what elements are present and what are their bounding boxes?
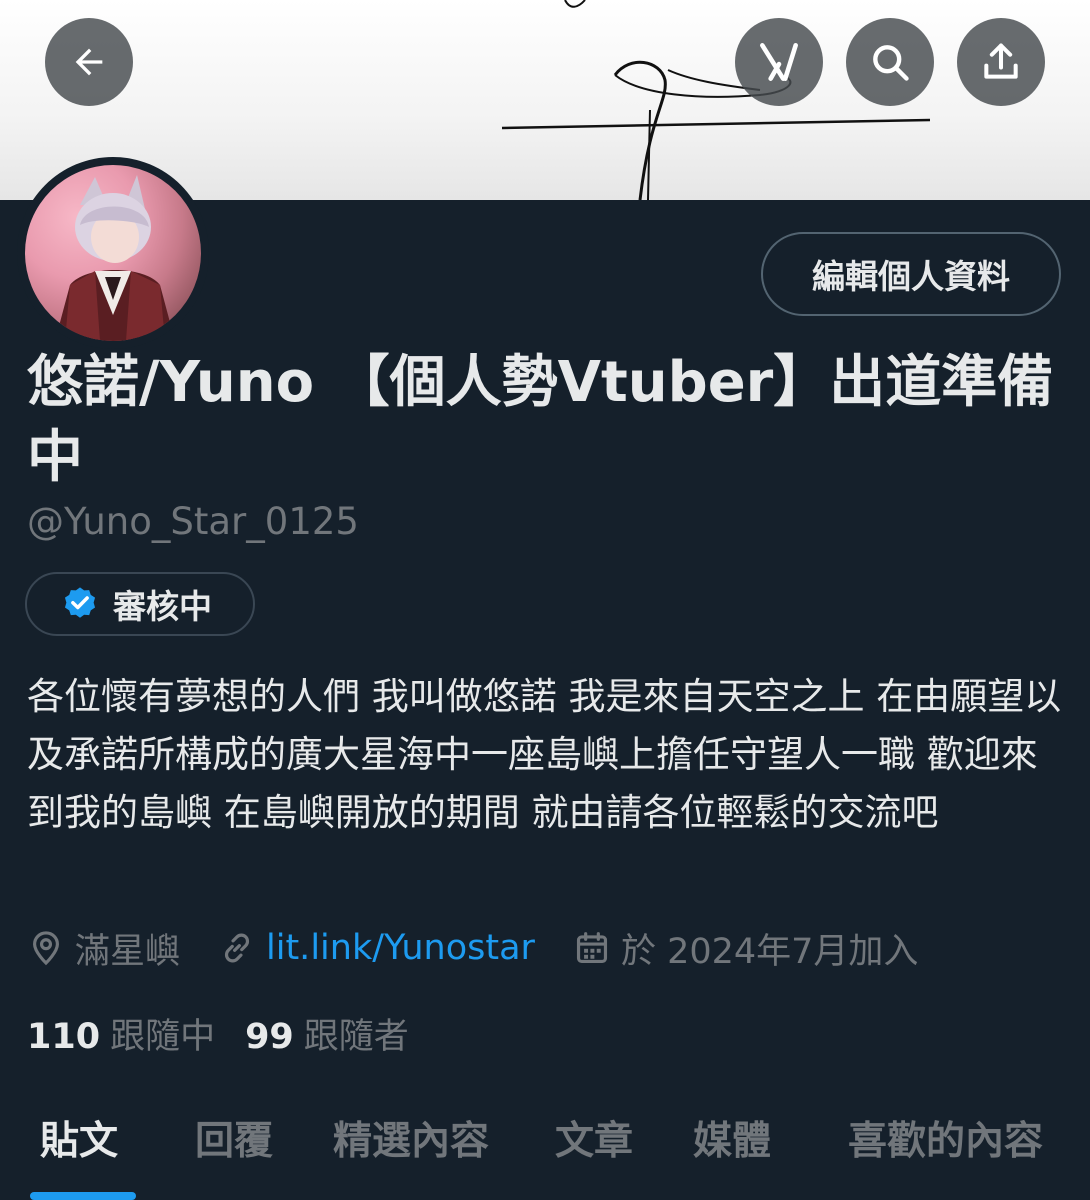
tab-highlights[interactable]: 精選內容 — [333, 1110, 489, 1166]
verified-badge-icon — [64, 587, 96, 618]
location-item: 滿星嶼 — [27, 923, 180, 974]
tab-likes[interactable]: 喜歡的內容 — [848, 1110, 1043, 1166]
following-label: 跟隨中 — [110, 1016, 216, 1057]
back-button[interactable] — [45, 18, 133, 106]
follow-stats: 110 跟隨中 99 跟隨者 — [27, 1005, 439, 1061]
website-item[interactable]: lit.link/Yunostar — [218, 928, 535, 968]
verification-status-button[interactable]: 審核中 — [25, 572, 255, 636]
followers-label: 跟隨者 — [303, 1016, 409, 1057]
arrow-left-icon — [75, 48, 103, 76]
verification-label: 審核中 — [113, 587, 212, 626]
signature-artwork — [501, 0, 931, 200]
followers-count: 99 — [245, 1016, 294, 1057]
profile-banner[interactable] — [0, 0, 1090, 200]
following-count: 110 — [27, 1016, 101, 1057]
tab-media[interactable]: 媒體 — [693, 1110, 771, 1166]
tab-articles[interactable]: 文章 — [555, 1110, 633, 1166]
grok-icon — [760, 43, 798, 81]
character-illustration — [55, 175, 175, 341]
edit-profile-button[interactable]: 編輯個人資料 — [761, 232, 1061, 316]
profile-bio: 各位懷有夢想的人們 我叫做悠諾 我是來自天空之上 在由願望以及承諾所構成的廣大星… — [27, 675, 1062, 834]
display-name: 悠諾/Yuno 【個人勢Vtuber】出道準備中 — [27, 350, 1054, 490]
active-tab-indicator — [30, 1192, 136, 1200]
profile-tabs: 貼文 回覆 精選內容 文章 媒體 喜歡的內容 — [0, 1100, 1090, 1200]
avatar[interactable] — [17, 157, 209, 349]
user-handle: @Yuno_Star_0125 — [27, 500, 359, 543]
search-icon — [873, 45, 909, 81]
profile-page: 編輯個人資料 悠諾/Yuno 【個人勢Vtuber】出道準備中 @Yuno_St… — [0, 0, 1090, 1200]
calendar-icon — [576, 932, 607, 964]
location-pin-icon — [33, 931, 59, 966]
joined-date-text: 於 2024年7月加入 — [620, 931, 919, 972]
tab-replies[interactable]: 回覆 — [195, 1110, 273, 1166]
share-button[interactable] — [957, 18, 1045, 106]
joined-item: 於 2024年7月加入 — [573, 923, 918, 974]
following-link[interactable]: 110 跟隨中 — [27, 1008, 215, 1059]
search-button[interactable] — [846, 18, 934, 106]
grok-button[interactable] — [735, 18, 823, 106]
location-text: 滿星嶼 — [75, 931, 181, 972]
link-icon — [224, 933, 250, 963]
website-link[interactable]: lit.link/Yunostar — [266, 928, 535, 968]
profile-meta: 滿星嶼 lit.link/Yunostar 於 2024年7月加入 — [27, 920, 956, 976]
avatar-image — [25, 165, 201, 341]
tab-posts[interactable]: 貼文 — [40, 1110, 118, 1166]
share-icon — [984, 43, 1018, 79]
followers-link[interactable]: 99 跟隨者 — [245, 1008, 409, 1059]
